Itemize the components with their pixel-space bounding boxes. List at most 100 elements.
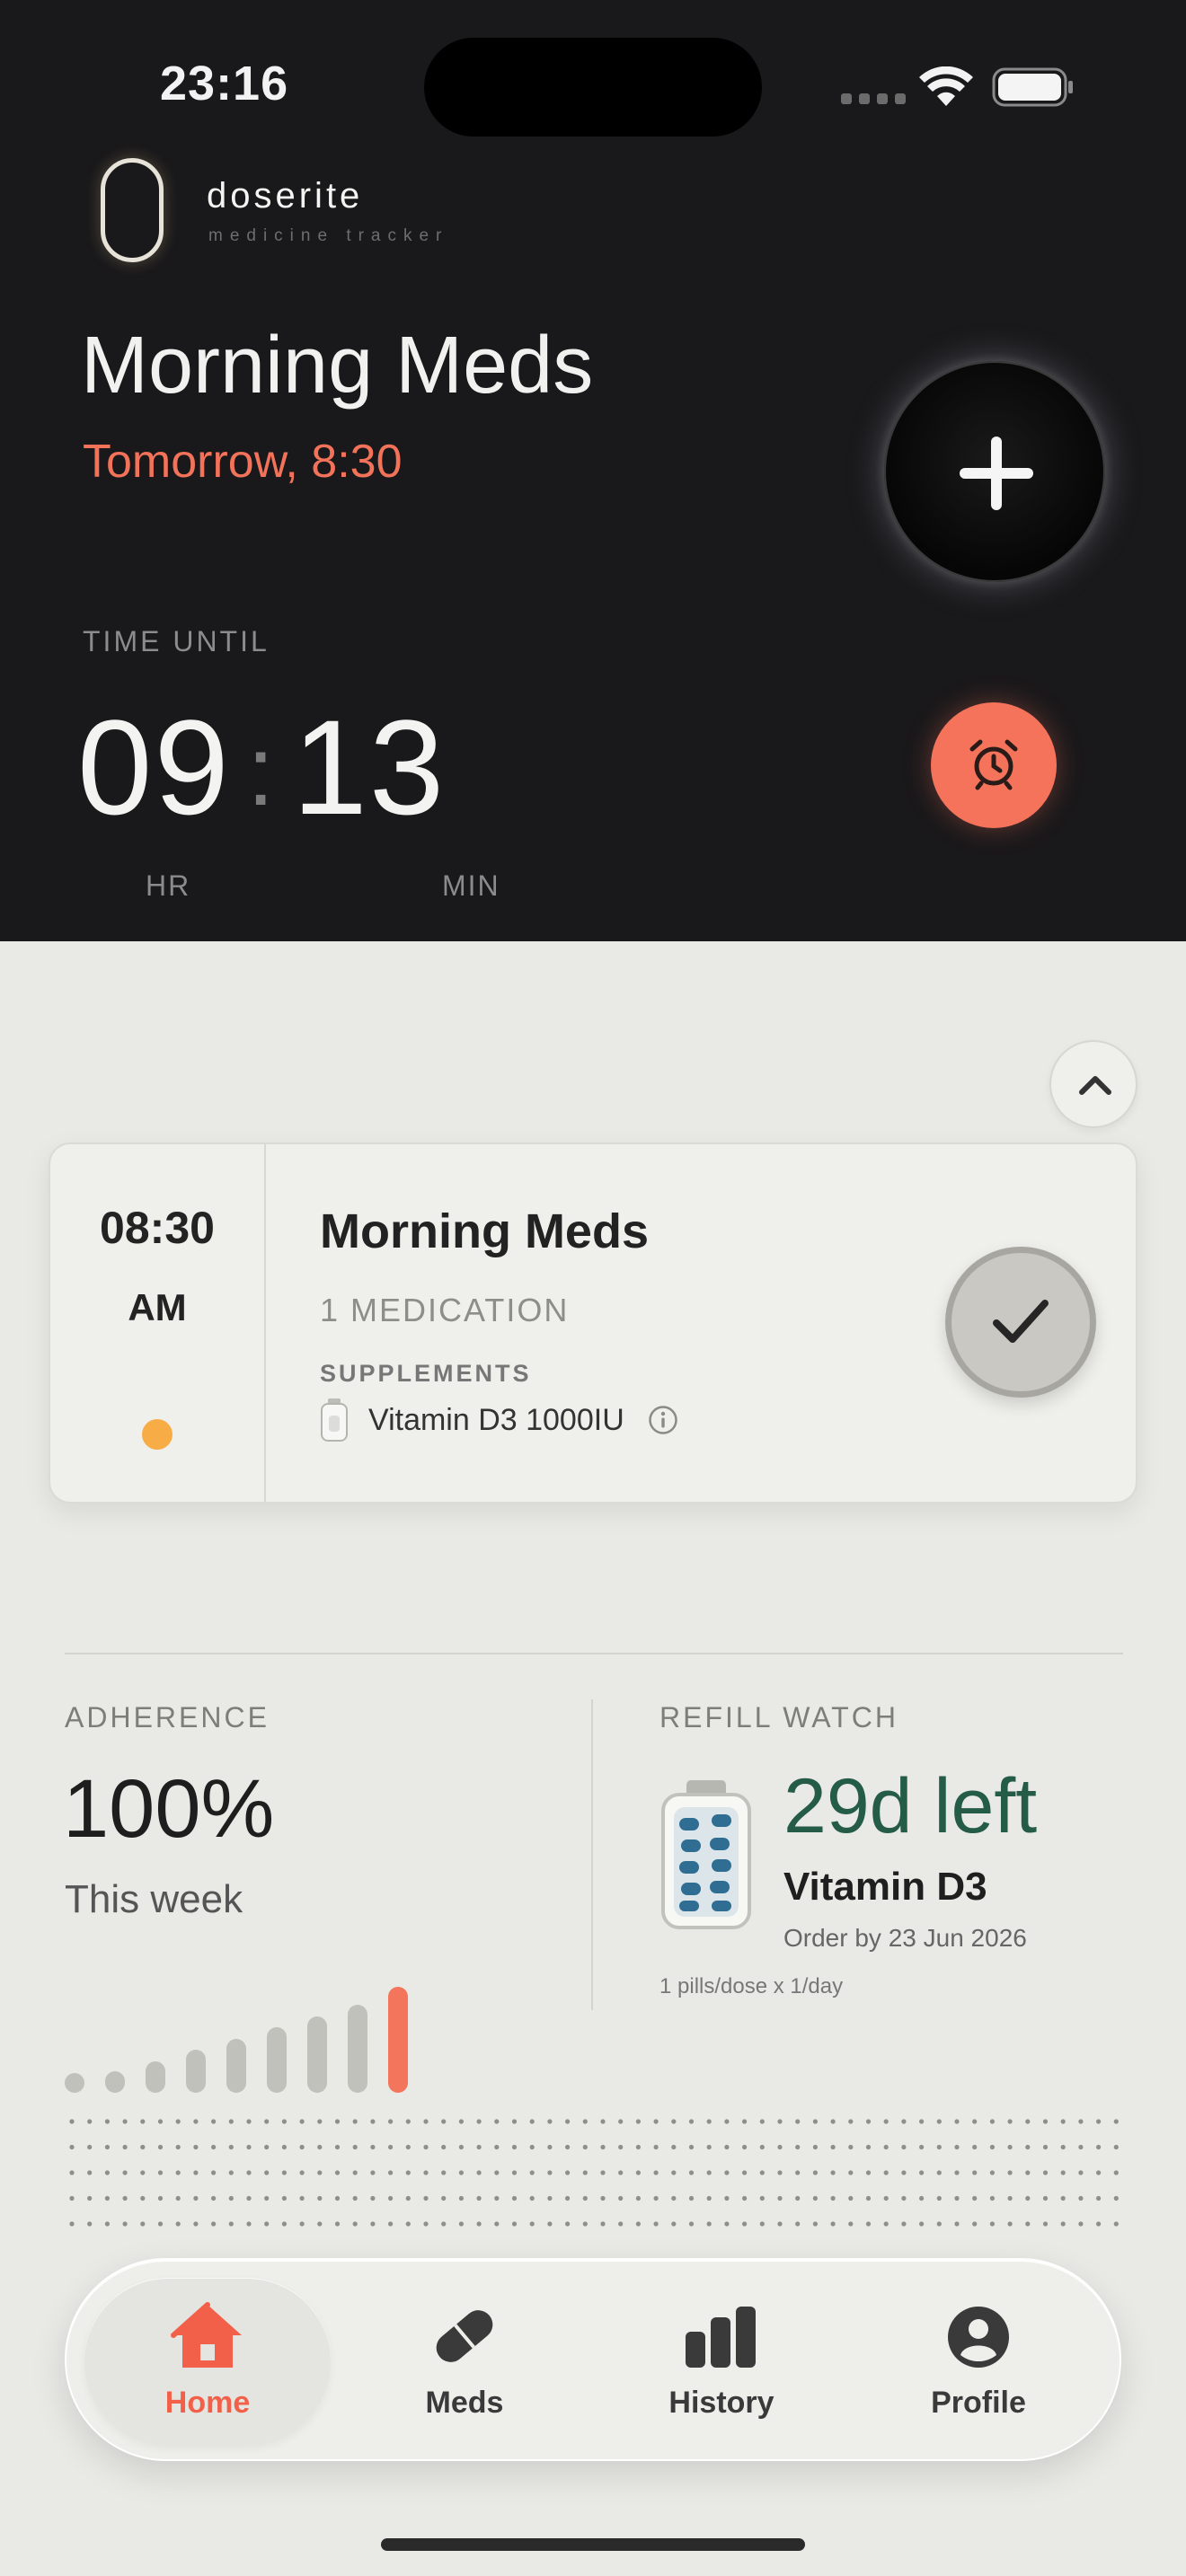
grid-dot	[511, 2119, 518, 2124]
grid-dot	[600, 2119, 606, 2124]
adherence-bar	[307, 2016, 327, 2093]
grid-dot	[1025, 2195, 1031, 2201]
grid-dot	[989, 2195, 995, 2201]
grid-dot	[1113, 2170, 1119, 2175]
grid-dot	[104, 2221, 110, 2227]
grid-dot	[936, 2170, 942, 2175]
grid-dot	[264, 2195, 270, 2201]
grid-dot	[600, 2144, 606, 2150]
tab-meds-label: Meds	[425, 2386, 504, 2420]
adherence-trend	[65, 1976, 424, 2093]
grid-dot	[423, 2195, 429, 2201]
grid-dot	[1078, 2221, 1084, 2227]
grid-dot	[919, 2195, 925, 2201]
grid-dot	[405, 2170, 411, 2175]
hero-panel: 23:16 doserite medicine tracker Morning …	[0, 0, 1186, 941]
grid-dot	[1007, 2144, 1013, 2150]
countdown-hours: 09	[77, 692, 231, 842]
grid-dot	[1025, 2144, 1031, 2150]
grid-dot	[759, 2195, 765, 2201]
grid-dot	[600, 2221, 606, 2227]
hours-unit-label: HR	[146, 869, 191, 902]
grid-dot	[547, 2144, 553, 2150]
grid-dot	[104, 2144, 110, 2150]
grid-dot	[317, 2221, 323, 2227]
countdown-timer: 09 : 13	[77, 690, 446, 845]
grid-dot	[724, 2170, 730, 2175]
grid-dot	[388, 2119, 394, 2124]
grid-dot	[175, 2221, 181, 2227]
grid-dot	[370, 2195, 376, 2201]
grid-dot	[742, 2170, 748, 2175]
grid-dot	[405, 2221, 411, 2227]
grid-dot	[423, 2170, 429, 2175]
brand-tagline: medicine tracker	[208, 226, 449, 245]
grid-dot	[724, 2221, 730, 2227]
grid-dot	[954, 2221, 960, 2227]
grid-dot	[264, 2119, 270, 2124]
grid-dot	[1042, 2119, 1049, 2124]
grid-dot	[1113, 2221, 1119, 2227]
grid-dot	[777, 2195, 783, 2201]
grid-dot	[618, 2144, 624, 2150]
collapse-button[interactable]	[1049, 1040, 1137, 1128]
home-indicator[interactable]	[381, 2538, 805, 2551]
adherence-bar	[146, 2061, 165, 2093]
grid-dot	[972, 2195, 978, 2201]
grid-dot	[140, 2119, 146, 2124]
add-button[interactable]	[884, 361, 1105, 582]
grid-dot	[246, 2195, 252, 2201]
grid-dot	[795, 2119, 801, 2124]
grid-dot	[688, 2221, 695, 2227]
grid-dot	[759, 2144, 765, 2150]
grid-dot	[901, 2195, 907, 2201]
grid-dot	[193, 2170, 199, 2175]
adherence-value: 100%	[63, 1763, 275, 1855]
grid-dot	[812, 2195, 819, 2201]
grid-dot	[848, 2119, 854, 2124]
grid-dot	[706, 2170, 712, 2175]
grid-dot	[547, 2195, 553, 2201]
grid-dot	[635, 2170, 642, 2175]
grid-dot	[795, 2170, 801, 2175]
grid-dot	[122, 2119, 128, 2124]
grid-dot	[511, 2170, 518, 2175]
pill-icon	[436, 2310, 493, 2362]
grid-dot	[1007, 2195, 1013, 2201]
grid-dot	[1060, 2170, 1066, 2175]
grid-dot	[688, 2119, 695, 2124]
grid-dot	[175, 2144, 181, 2150]
dose-time: 08:30	[100, 1203, 215, 1253]
grid-dot	[671, 2221, 677, 2227]
grid-dot	[352, 2119, 358, 2124]
grid-dot	[511, 2221, 518, 2227]
grid-dot	[547, 2221, 553, 2227]
tab-home[interactable]: Home	[84, 2278, 331, 2445]
tab-history-label: History	[668, 2386, 774, 2420]
grid-dot	[494, 2119, 500, 2124]
dose-card[interactable]: 08:30 AM Morning Meds 1 MEDICATION SUPPL…	[49, 1142, 1137, 1504]
grid-dot	[140, 2195, 146, 2201]
tab-bar: Home Meds History Profile	[65, 2258, 1121, 2461]
grid-dot	[565, 2170, 571, 2175]
grid-dot	[653, 2119, 659, 2124]
grid-dot	[954, 2170, 960, 2175]
alarm-button[interactable]	[931, 702, 1057, 828]
grid-dot	[954, 2195, 960, 2201]
grid-dot	[441, 2144, 447, 2150]
tab-profile[interactable]: Profile	[855, 2278, 1102, 2445]
grid-dot	[865, 2195, 872, 2201]
tab-meds[interactable]: Meds	[341, 2278, 588, 2445]
info-icon[interactable]	[648, 1405, 678, 1435]
grid-dot	[334, 2221, 341, 2227]
grid-dot	[706, 2195, 712, 2201]
grid-dot	[405, 2144, 411, 2150]
mark-taken-button[interactable]	[945, 1247, 1096, 1398]
grid-dot	[476, 2119, 482, 2124]
grid-dot	[370, 2170, 376, 2175]
medication-count: 1 MEDICATION	[320, 1292, 570, 1328]
grid-dot	[246, 2221, 252, 2227]
grid-dot	[954, 2119, 960, 2124]
tab-history[interactable]: History	[598, 2278, 845, 2445]
grid-dot	[671, 2144, 677, 2150]
